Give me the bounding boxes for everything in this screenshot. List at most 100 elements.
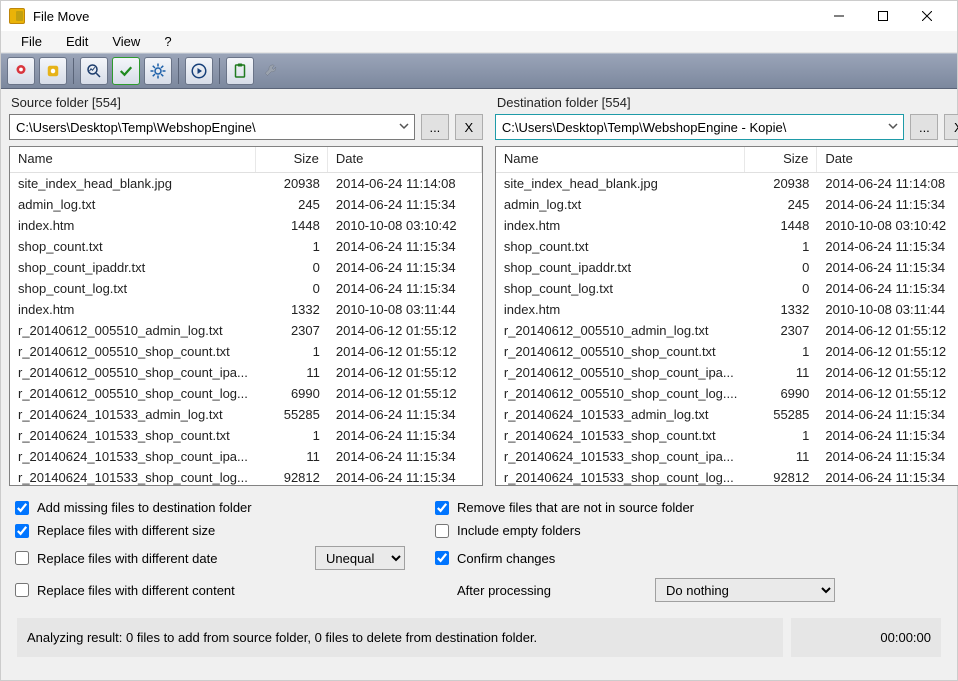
cell-date: 2014-06-24 11:15:34: [328, 197, 482, 212]
menubar: File Edit View ?: [1, 31, 957, 53]
gear-icon[interactable]: [144, 57, 172, 85]
status-time: 00:00:00: [791, 618, 941, 657]
dest-path-input[interactable]: [495, 114, 905, 140]
col-name[interactable]: Name: [496, 147, 746, 172]
cell-name: r_20140624_101533_shop_count_log...: [496, 470, 746, 485]
menu-file[interactable]: File: [11, 32, 52, 51]
menu-view[interactable]: View: [102, 32, 150, 51]
opt-remove-extra[interactable]: Remove files that are not in source fold…: [435, 500, 943, 515]
opt-add-missing[interactable]: Add missing files to destination folder: [15, 500, 315, 515]
minimize-button[interactable]: [817, 2, 861, 30]
opt-replace-content[interactable]: Replace files with different content: [15, 583, 315, 598]
table-row[interactable]: index.htm13322010-10-08 03:11:44: [10, 299, 482, 320]
cell-size: 55285: [256, 407, 328, 422]
cell-name: r_20140612_005510_shop_count.txt: [496, 344, 746, 359]
cell-date: 2014-06-24 11:15:34: [817, 449, 958, 464]
table-row[interactable]: site_index_head_blank.jpg209382014-06-24…: [10, 173, 482, 194]
table-row[interactable]: index.htm14482010-10-08 03:10:42: [10, 215, 482, 236]
col-size[interactable]: Size: [256, 147, 328, 172]
source-browse-button[interactable]: ...: [421, 114, 449, 140]
col-date[interactable]: Date: [817, 147, 958, 172]
dest-list: Name Size Date site_index_head_blank.jpg…: [495, 146, 958, 486]
opt-confirm[interactable]: Confirm changes: [435, 551, 943, 566]
source-clear-button[interactable]: X: [455, 114, 483, 140]
table-row[interactable]: admin_log.txt2452014-06-24 11:15:34: [10, 194, 482, 215]
cell-name: shop_count_log.txt: [496, 281, 746, 296]
cell-date: 2014-06-12 01:55:12: [817, 323, 958, 338]
cell-name: shop_count_ipaddr.txt: [10, 260, 256, 275]
cell-date: 2014-06-24 11:14:08: [817, 176, 958, 191]
table-row[interactable]: r_20140612_005510_shop_count.txt12014-06…: [10, 341, 482, 362]
cell-name: r_20140612_005510_admin_log.txt: [496, 323, 746, 338]
cell-date: 2010-10-08 03:10:42: [817, 218, 958, 233]
table-row[interactable]: shop_count_log.txt02014-06-24 11:15:34: [496, 278, 958, 299]
maximize-button[interactable]: [861, 2, 905, 30]
after-processing-combo[interactable]: Do nothing: [655, 578, 835, 602]
table-row[interactable]: r_20140612_005510_admin_log.txt23072014-…: [496, 320, 958, 341]
cell-date: 2014-06-24 11:15:34: [328, 449, 482, 464]
pin-red-icon[interactable]: [7, 57, 35, 85]
table-row[interactable]: r_20140612_005510_shop_count.txt12014-06…: [496, 341, 958, 362]
table-row[interactable]: shop_count_ipaddr.txt02014-06-24 11:15:3…: [496, 257, 958, 278]
table-row[interactable]: index.htm14482010-10-08 03:10:42: [496, 215, 958, 236]
wrench-icon[interactable]: [258, 57, 286, 85]
dest-path-combo[interactable]: [495, 114, 905, 140]
cell-date: 2014-06-24 11:15:34: [817, 407, 958, 422]
dest-browse-button[interactable]: ...: [910, 114, 938, 140]
table-row[interactable]: r_20140612_005510_shop_count_ipa...11201…: [496, 362, 958, 383]
opt-include-empty[interactable]: Include empty folders: [435, 523, 943, 538]
table-row[interactable]: r_20140624_101533_admin_log.txt552852014…: [10, 404, 482, 425]
check-icon[interactable]: [112, 57, 140, 85]
opt-replace-date[interactable]: Replace files with different date: [15, 551, 315, 566]
table-row[interactable]: r_20140624_101533_shop_count.txt12014-06…: [496, 425, 958, 446]
source-path-combo[interactable]: [9, 114, 415, 140]
menu-help[interactable]: ?: [154, 32, 181, 51]
cell-date: 2014-06-12 01:55:12: [817, 365, 958, 380]
date-mode-combo[interactable]: Unequal: [315, 546, 405, 570]
col-size[interactable]: Size: [745, 147, 817, 172]
cell-name: shop_count_log.txt: [10, 281, 256, 296]
cell-name: r_20140612_005510_shop_count.txt: [10, 344, 256, 359]
table-row[interactable]: r_20140612_005510_shop_count_ipa...11201…: [10, 362, 482, 383]
col-date[interactable]: Date: [328, 147, 482, 172]
close-button[interactable]: [905, 2, 949, 30]
cell-date: 2014-06-12 01:55:12: [328, 344, 482, 359]
table-row[interactable]: r_20140612_005510_shop_count_log....6990…: [496, 383, 958, 404]
table-row[interactable]: shop_count_ipaddr.txt02014-06-24 11:15:3…: [10, 257, 482, 278]
cell-size: 92812: [745, 470, 817, 485]
table-row[interactable]: admin_log.txt2452014-06-24 11:15:34: [496, 194, 958, 215]
cell-size: 11: [745, 365, 817, 380]
table-row[interactable]: r_20140624_101533_shop_count.txt12014-06…: [10, 425, 482, 446]
cell-size: 1: [256, 428, 328, 443]
table-row[interactable]: r_20140624_101533_shop_count_log...92812…: [10, 467, 482, 486]
table-row[interactable]: shop_count_log.txt02014-06-24 11:15:34: [10, 278, 482, 299]
cell-name: admin_log.txt: [496, 197, 746, 212]
clipboard-icon[interactable]: [226, 57, 254, 85]
cell-size: 245: [256, 197, 328, 212]
table-row[interactable]: r_20140624_101533_admin_log.txt552852014…: [496, 404, 958, 425]
table-row[interactable]: r_20140624_101533_shop_count_ipa...11201…: [496, 446, 958, 467]
table-row[interactable]: r_20140624_101533_shop_count_ipa...11201…: [10, 446, 482, 467]
table-row[interactable]: site_index_head_blank.jpg209382014-06-24…: [496, 173, 958, 194]
col-name[interactable]: Name: [10, 147, 256, 172]
source-list-body[interactable]: site_index_head_blank.jpg209382014-06-24…: [10, 173, 482, 486]
titlebar: File Move: [1, 1, 957, 31]
table-row[interactable]: shop_count.txt12014-06-24 11:15:34: [10, 236, 482, 257]
table-row[interactable]: index.htm13322010-10-08 03:11:44: [496, 299, 958, 320]
analyze-icon[interactable]: [80, 57, 108, 85]
table-row[interactable]: shop_count.txt12014-06-24 11:15:34: [496, 236, 958, 257]
cell-name: site_index_head_blank.jpg: [10, 176, 256, 191]
pin-yellow-icon[interactable]: [39, 57, 67, 85]
play-icon[interactable]: [185, 57, 213, 85]
table-row[interactable]: r_20140612_005510_shop_count_log...69902…: [10, 383, 482, 404]
cell-size: 55285: [745, 407, 817, 422]
dest-list-body[interactable]: site_index_head_blank.jpg209382014-06-24…: [496, 173, 958, 486]
source-path-input[interactable]: [9, 114, 415, 140]
table-row[interactable]: r_20140612_005510_admin_log.txt23072014-…: [10, 320, 482, 341]
cell-date: 2014-06-24 11:15:34: [817, 197, 958, 212]
opt-replace-size[interactable]: Replace files with different size: [15, 523, 315, 538]
menu-edit[interactable]: Edit: [56, 32, 98, 51]
cell-name: admin_log.txt: [10, 197, 256, 212]
table-row[interactable]: r_20140624_101533_shop_count_log...92812…: [496, 467, 958, 486]
dest-clear-button[interactable]: X: [944, 114, 958, 140]
